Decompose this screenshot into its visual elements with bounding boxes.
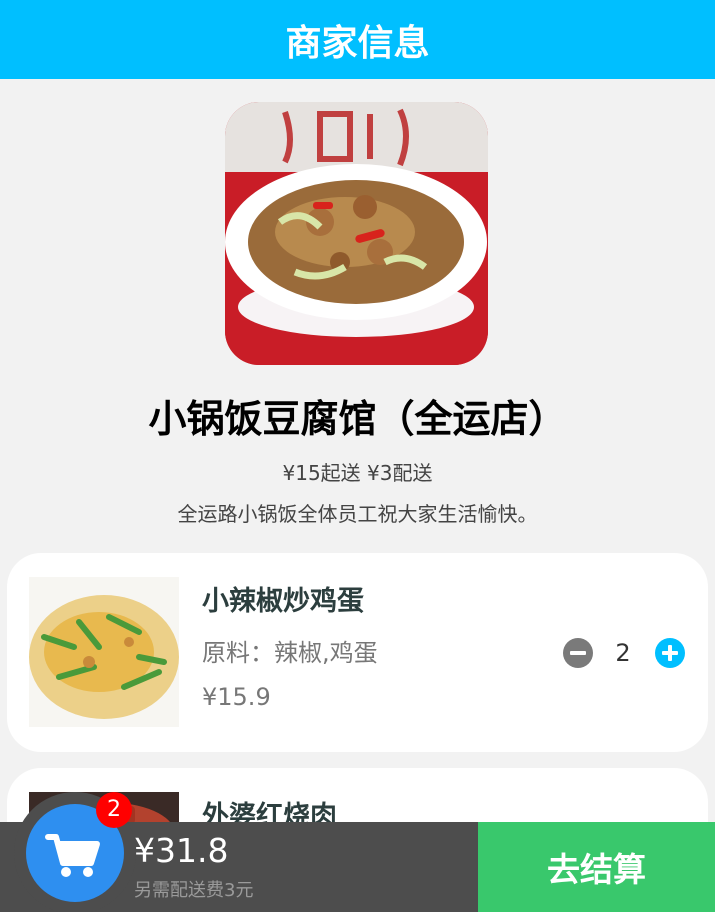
dish-ingredients: 原料：辣椒,鸡蛋	[202, 639, 378, 667]
shop-notice: 全运路小锅饭全体员工祝大家生活愉快。	[177, 502, 538, 526]
checkout-label: 去结算	[547, 850, 646, 889]
menu-item-card: 小辣椒炒鸡蛋 原料：辣椒,鸡蛋 ¥15.9 2	[7, 553, 708, 752]
shop-logo-image	[225, 102, 488, 365]
increase-quantity-button[interactable]	[655, 638, 685, 668]
delivery-fee-note: 另需配送费3元	[134, 880, 254, 901]
page-header: 商家信息	[0, 0, 715, 79]
dish-image	[29, 577, 179, 727]
cart-count-badge: 2	[96, 792, 132, 828]
page-title: 商家信息	[285, 22, 430, 64]
shop-name: 小锅饭豆腐馆（全运店）	[148, 397, 567, 441]
quantity-value: 2	[615, 639, 631, 667]
decrease-quantity-button[interactable]	[563, 638, 593, 668]
dish-price: ¥15.9	[202, 683, 271, 711]
cart-total: ¥31.8	[134, 831, 229, 870]
checkout-button[interactable]: 去结算	[478, 822, 715, 912]
shop-delivery-fees: ¥15起送 ¥3配送	[282, 461, 433, 485]
dish-name: 小辣椒炒鸡蛋	[202, 586, 364, 617]
